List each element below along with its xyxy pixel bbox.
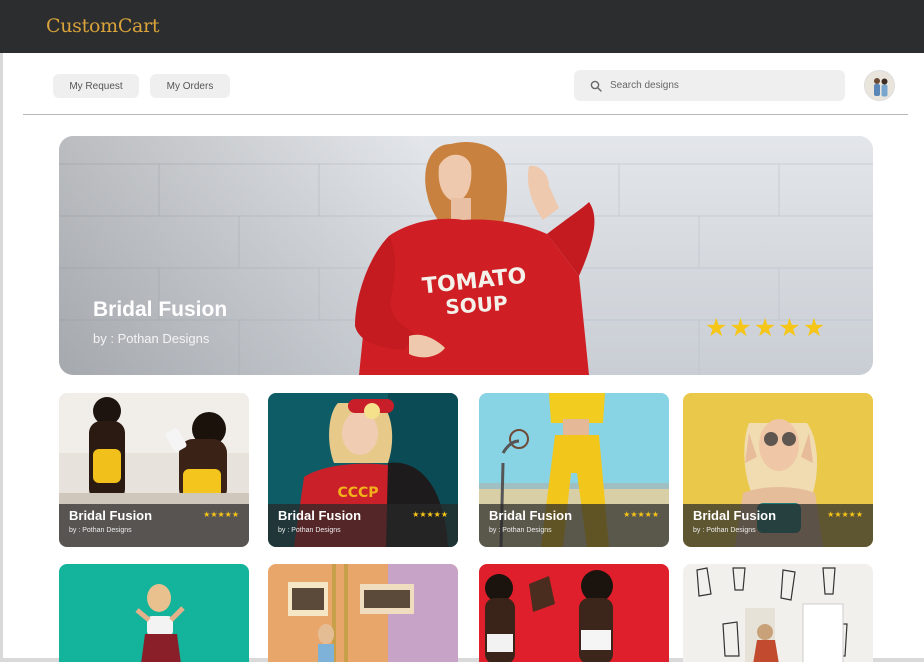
design-card[interactable]: Bridal Fusion by : Pothan Designs ★★★★★ xyxy=(59,393,249,547)
top-bar: CustomCart xyxy=(0,0,924,53)
hero-banner[interactable]: TOMATO SOUP Bridal Fusion by : Pothan De… xyxy=(59,136,873,375)
brand-logo[interactable]: CustomCart xyxy=(46,15,160,37)
frame-border-left xyxy=(0,53,3,662)
shirt-text-soup: SOUP xyxy=(445,291,509,319)
card-subtitle: by : Pothan Designs xyxy=(69,527,132,534)
card-image xyxy=(268,564,458,662)
header-divider xyxy=(23,114,908,115)
design-card[interactable]: CCCP Bridal Fusion by : Pothan Designs ★… xyxy=(268,393,458,547)
card-subtitle: by : Pothan Designs xyxy=(693,527,756,534)
star-icon: ★ xyxy=(705,314,728,342)
card-title: Bridal Fusion xyxy=(489,508,573,523)
design-card[interactable]: Bridal Fusion by : Pothan Designs ★★★★★ xyxy=(479,393,669,547)
card-subtitle: by : Pothan Designs xyxy=(489,527,552,534)
card-title: Bridal Fusion xyxy=(278,508,362,523)
design-card-partial[interactable] xyxy=(59,564,249,662)
card-rating: ★★★★★ xyxy=(203,510,239,519)
star-icon: ★ xyxy=(802,314,826,342)
card-rating: ★★★★★ xyxy=(412,510,448,519)
search-bar[interactable] xyxy=(574,70,845,101)
search-input[interactable] xyxy=(610,80,810,91)
card-subtitle: by : Pothan Designs xyxy=(278,527,341,534)
my-request-button[interactable]: My Request xyxy=(53,74,139,98)
card-image xyxy=(59,564,249,662)
my-orders-button[interactable]: My Orders xyxy=(150,74,230,98)
design-card-partial[interactable] xyxy=(268,564,458,662)
star-icon: ★ xyxy=(753,314,777,342)
card-title: Bridal Fusion xyxy=(69,508,153,523)
card-image xyxy=(479,564,669,662)
search-icon xyxy=(590,80,602,92)
hero-rating: ★ ★ ★ ★ ★ xyxy=(705,316,825,341)
hero-subtitle: by : Pothan Designs xyxy=(93,331,210,346)
user-avatar[interactable] xyxy=(864,70,895,101)
hero-title: Bridal Fusion xyxy=(93,298,228,321)
design-card[interactable]: Bridal Fusion by : Pothan Designs ★★★★★ xyxy=(683,393,873,547)
avatar-image xyxy=(865,71,894,100)
star-icon: ★ xyxy=(729,314,752,342)
star-icon: ★ xyxy=(778,314,801,342)
card-rating: ★★★★★ xyxy=(827,510,863,519)
card-rating: ★★★★★ xyxy=(623,510,659,519)
card-title: Bridal Fusion xyxy=(693,508,777,523)
card-image xyxy=(683,564,873,662)
design-card-partial[interactable] xyxy=(683,564,873,662)
design-card-partial[interactable] xyxy=(479,564,669,662)
svg-text:CCCP: CCCP xyxy=(337,485,378,501)
